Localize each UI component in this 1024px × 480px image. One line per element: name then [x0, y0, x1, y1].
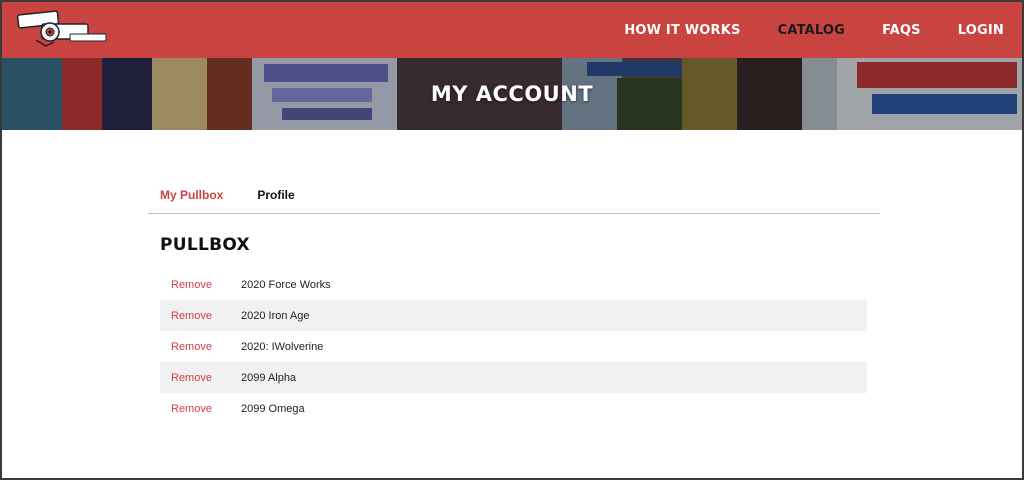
pullbox-heading: PULLBOX: [160, 235, 250, 255]
account-tabs: My Pullbox Profile: [148, 178, 880, 214]
list-item: Remove 2020: IWolverine: [160, 331, 867, 362]
remove-button[interactable]: Remove: [160, 403, 241, 415]
pullbox-list: Remove 2020 Force Works Remove 2020 Iron…: [160, 269, 867, 424]
series-name: 2099 Alpha: [241, 371, 297, 384]
remove-button[interactable]: Remove: [160, 310, 241, 322]
tab-profile[interactable]: Profile: [245, 178, 306, 214]
list-item: Remove 2020 Iron Age: [160, 300, 867, 331]
series-name: 2099 Omega: [241, 402, 305, 415]
main-nav: HOW IT WORKS CATALOG FAQS LOGIN: [587, 2, 1004, 58]
list-item: Remove 2020 Force Works: [160, 269, 867, 300]
logo-icon[interactable]: [16, 8, 112, 52]
remove-button[interactable]: Remove: [160, 279, 241, 291]
page-title: MY ACCOUNT: [430, 82, 594, 106]
tab-my-pullbox[interactable]: My Pullbox: [148, 178, 235, 214]
nav-login[interactable]: LOGIN: [958, 23, 1004, 38]
remove-button[interactable]: Remove: [160, 372, 241, 384]
remove-button[interactable]: Remove: [160, 341, 241, 353]
list-item: Remove 2099 Alpha: [160, 362, 867, 393]
page-frame: HOW IT WORKS CATALOG FAQS LOGIN MY ACCOU…: [0, 0, 1024, 480]
nav-faqs[interactable]: FAQS: [882, 23, 921, 38]
series-name: 2020 Iron Age: [241, 309, 310, 322]
nav-how-it-works[interactable]: HOW IT WORKS: [624, 23, 740, 38]
site-header: HOW IT WORKS CATALOG FAQS LOGIN: [2, 2, 1022, 58]
series-name: 2020: IWolverine: [241, 340, 324, 353]
hero-banner: MY ACCOUNT: [2, 58, 1022, 130]
nav-catalog[interactable]: CATALOG: [778, 23, 845, 38]
list-item: Remove 2099 Omega: [160, 393, 867, 424]
series-name: 2020 Force Works: [241, 278, 331, 291]
